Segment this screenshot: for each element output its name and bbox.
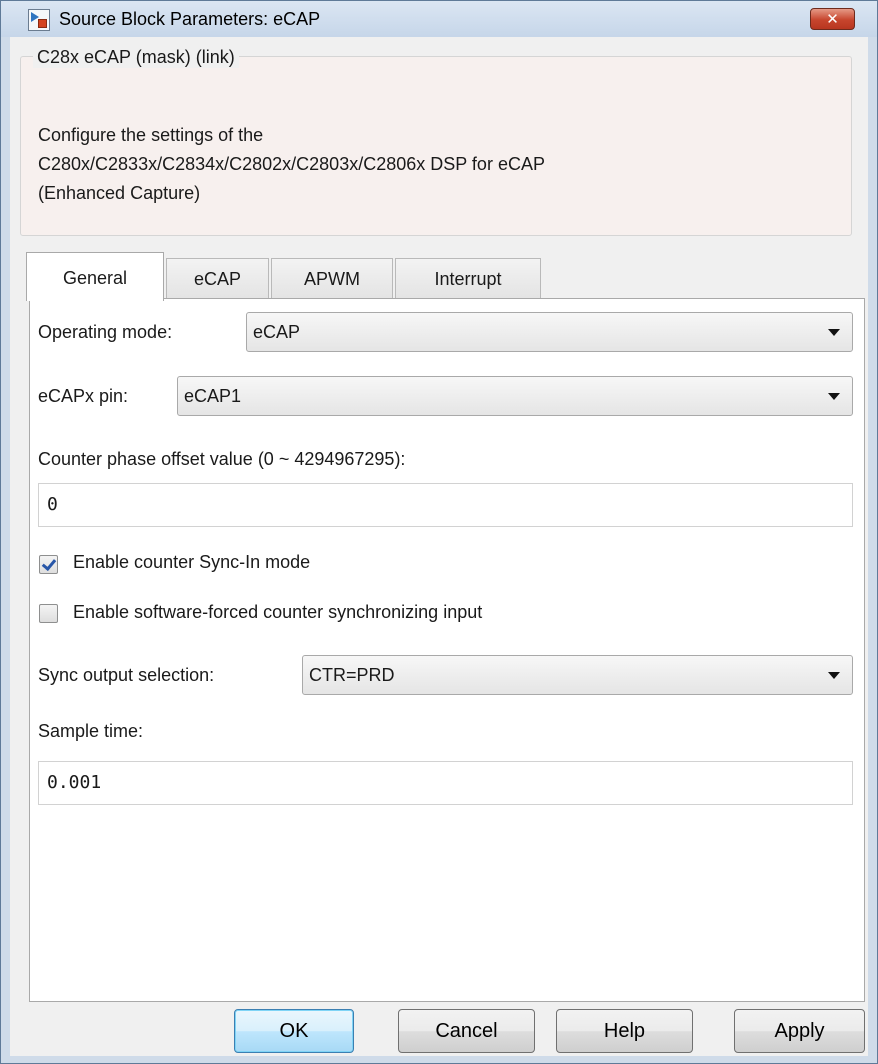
sample-time-label: Sample time: <box>38 721 144 741</box>
sync-output-dropdown[interactable]: CTR=PRD <box>302 655 853 695</box>
simulink-block-icon <box>28 9 50 31</box>
phase-offset-input[interactable]: 0 <box>38 483 853 527</box>
operating-mode-dropdown[interactable]: eCAP <box>246 312 853 352</box>
description-line-3: (Enhanced Capture) <box>38 183 201 203</box>
title-bar[interactable]: Source Block Parameters: eCAP ✕ <box>1 1 877 37</box>
ecap-pin-dropdown[interactable]: eCAP1 <box>177 376 853 416</box>
dialog-window: Source Block Parameters: eCAP ✕ C28x eCA… <box>0 0 878 1064</box>
apply-button[interactable]: Apply <box>734 1009 865 1053</box>
description-text: Configure the settings of the C280x/C283… <box>38 121 838 208</box>
window-title: Source Block Parameters: eCAP <box>59 9 321 29</box>
tab-ecap[interactable]: eCAP <box>166 258 269 300</box>
chevron-down-icon <box>828 393 840 400</box>
chevron-down-icon <box>828 672 840 679</box>
software-forced-sync-checkbox[interactable] <box>39 604 58 623</box>
description-line-2: C280x/C2833x/C2834x/C2802x/C2803x/C2806x… <box>38 154 545 174</box>
operating-mode-value: eCAP <box>253 322 301 342</box>
ok-button[interactable]: OK <box>234 1009 354 1053</box>
sample-time-input[interactable]: 0.001 <box>38 761 853 805</box>
sync-in-checkbox[interactable] <box>39 555 58 574</box>
close-button[interactable]: ✕ <box>810 8 855 30</box>
phase-offset-label: Counter phase offset value (0 ~ 42949672… <box>38 449 406 469</box>
description-line-1: Configure the settings of the <box>38 125 264 145</box>
tab-general[interactable]: General <box>26 252 164 301</box>
tab-apwm[interactable]: APWM <box>271 258 393 300</box>
help-button[interactable]: Help <box>556 1009 693 1053</box>
sync-output-label: Sync output selection: <box>38 665 215 685</box>
chevron-down-icon <box>828 329 840 336</box>
tab-interrupt[interactable]: Interrupt <box>395 258 541 300</box>
operating-mode-label: Operating mode: <box>38 322 173 342</box>
sync-output-value: CTR=PRD <box>309 665 395 685</box>
cancel-button[interactable]: Cancel <box>398 1009 535 1053</box>
software-forced-sync-label: Enable software-forced counter synchroni… <box>73 602 483 622</box>
description-legend: C28x eCAP (mask) (link) <box>33 47 239 68</box>
ecap-pin-value: eCAP1 <box>184 386 242 406</box>
ecap-pin-label: eCAPx pin: <box>38 386 129 406</box>
sync-in-label: Enable counter Sync-In mode <box>73 552 311 572</box>
